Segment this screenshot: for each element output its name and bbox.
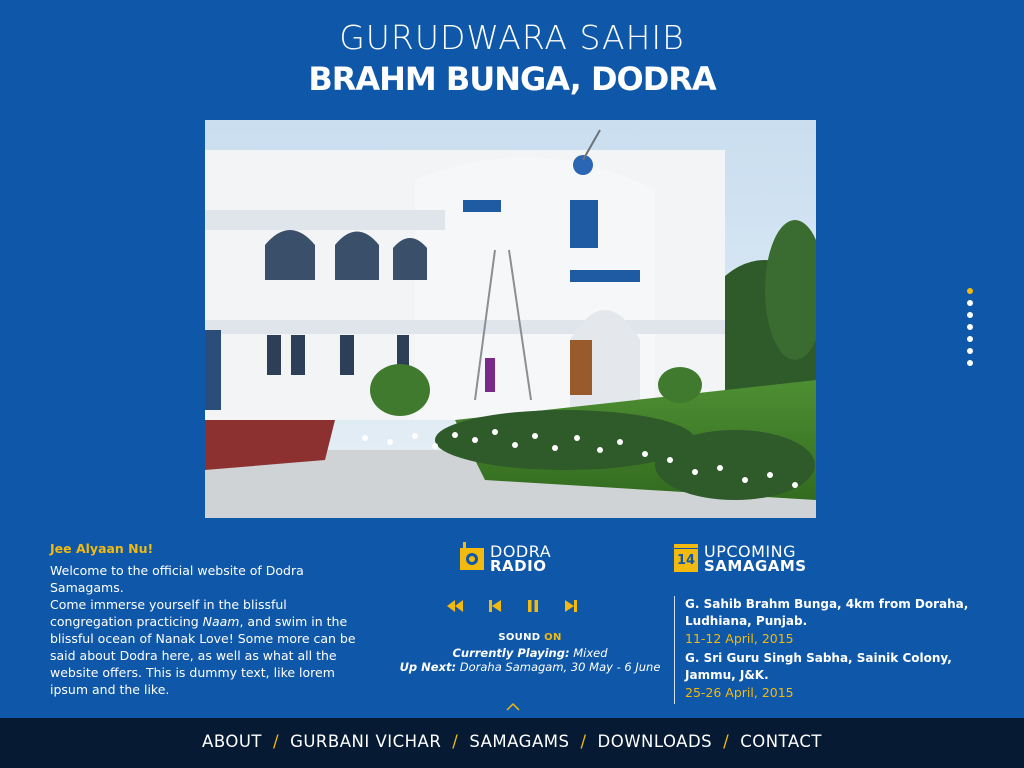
nav-downloads[interactable]: DOWNLOADS (598, 732, 713, 751)
nav-separator: / (723, 732, 730, 751)
nav-gurbani-vichar[interactable]: GURBANI VICHAR (290, 732, 441, 751)
nav-about[interactable]: ABOUT (202, 732, 262, 751)
bottom-navbar: ABOUT / GURBANI VICHAR / SAMAGAMS / DOWNLOADS /… (0, 718, 1024, 768)
rewind-icon[interactable] (445, 598, 465, 614)
welcome-heading: Jee Alyaan Nu! (50, 541, 154, 556)
main-nav: ABOUT / GURBANI VICHAR / SAMAGAMS / DOWNLOADS /… (0, 732, 1024, 751)
event-name: G. Sri Guru Singh Sabha, Sainik Colony, … (685, 651, 952, 682)
nav-samagams[interactable]: SAMAGAMS (469, 732, 569, 751)
up-next-label: Up Next: (399, 660, 457, 674)
nav-contact[interactable]: CONTACT (740, 732, 822, 751)
radio-controls (445, 598, 585, 614)
radio-icon (460, 542, 484, 570)
slider-dot-7[interactable] (967, 360, 973, 366)
previous-icon[interactable] (485, 598, 505, 614)
calendar-icon: 14 (674, 544, 698, 572)
currently-playing-label: Currently Playing: (452, 646, 570, 660)
slider-dot-4[interactable] (967, 324, 973, 330)
pause-icon[interactable] (523, 598, 543, 614)
event-item[interactable]: G. Sri Guru Singh Sabha, Sainik Colony, … (685, 650, 995, 701)
nav-separator: / (580, 732, 587, 751)
sound-status[interactable]: SOUND ON (385, 632, 675, 643)
welcome-naam: Naam (202, 614, 240, 629)
chevron-up-icon[interactable] (506, 702, 520, 712)
event-date: 25-26 April, 2015 (685, 685, 794, 700)
slider-dot-5[interactable] (967, 336, 973, 342)
currently-playing-value: Mixed (573, 646, 608, 660)
page-title-line2: BRAHM BUNGA, DODRA (308, 60, 716, 98)
slider-dot-2[interactable] (967, 300, 973, 306)
event-date: 11-12 April, 2015 (685, 631, 794, 646)
sound-state: ON (544, 632, 562, 643)
currently-playing: Currently Playing: Mixed (385, 646, 675, 660)
event-name: G. Sahib Brahm Bunga, 4km from Doraha, L… (685, 597, 969, 628)
slider-dot-6[interactable] (967, 348, 973, 354)
welcome-text: Welcome to the official website of Dodra… (50, 562, 360, 698)
event-item[interactable]: G. Sahib Brahm Bunga, 4km from Doraha, L… (685, 596, 995, 647)
slider-dot-3[interactable] (967, 312, 973, 318)
event-list: G. Sahib Brahm Bunga, 4km from Doraha, L… (674, 596, 995, 704)
nav-separator: / (452, 732, 459, 751)
up-next-value: Doraha Samagam, 30 May - 6 June (459, 660, 661, 674)
slider-dot-1[interactable] (967, 288, 973, 294)
up-next: Up Next: Doraha Samagam, 30 May - 6 June (385, 660, 675, 674)
slider-pagination (966, 288, 976, 372)
nav-separator: / (273, 732, 280, 751)
page-title-line1: GURUDWARA SAHIB (339, 18, 685, 57)
radio-title-line2: RADIO (490, 557, 547, 575)
calendar-number: 14 (674, 549, 698, 572)
upcoming-title-line2: SAMAGAMS (704, 557, 807, 575)
welcome-line1: Welcome to the official website of Dodra… (50, 563, 304, 595)
welcome-section: Jee Alyaan Nu! Welcome to the official w… (50, 541, 360, 698)
sound-label: SOUND (498, 632, 541, 643)
gurudwara-photo (205, 120, 816, 518)
next-icon[interactable] (561, 598, 581, 614)
